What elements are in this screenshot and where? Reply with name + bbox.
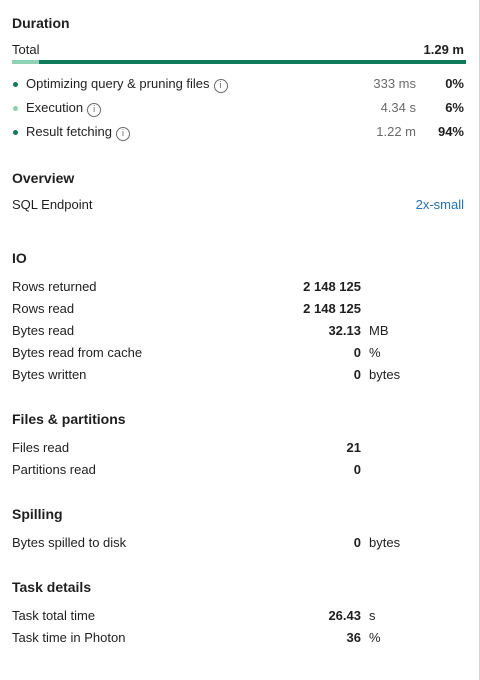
sql-endpoint-label: SQL Endpoint <box>12 197 93 212</box>
metric-value: 0 <box>353 462 361 477</box>
dot-icon <box>13 82 18 87</box>
duration-item-label: Result fetching <box>26 124 112 139</box>
metric-label: Files read <box>12 440 70 455</box>
files-heading: Files & partitions <box>12 411 126 427</box>
metric-label: Rows read <box>12 301 75 316</box>
metric-label: Bytes read <box>12 323 75 338</box>
metric-label: Partitions read <box>12 462 96 477</box>
metric-label: Task time in Photon <box>12 630 126 645</box>
task-details-heading: Task details <box>12 579 92 595</box>
sql-endpoint-link[interactable]: 2x-small <box>416 197 464 212</box>
duration-item-time: 4.34 s <box>380 100 416 115</box>
metric-value: 0 <box>353 535 361 550</box>
duration-item-pct: 0% <box>445 76 464 91</box>
metric-value: 21 <box>346 440 361 455</box>
metric-label: Task total time <box>12 608 96 623</box>
metric-label: Bytes spilled to disk <box>12 535 127 550</box>
metric-label: Rows returned <box>12 279 97 294</box>
metric-unit: % <box>369 345 381 360</box>
io-heading: IO <box>12 250 27 266</box>
duration-bar <box>12 60 466 64</box>
metric-unit: bytes <box>369 535 401 550</box>
info-circle-icon[interactable]: i <box>116 127 130 141</box>
spilling-heading: Spilling <box>12 506 63 522</box>
duration-item-label: Optimizing query & pruning files <box>26 76 210 91</box>
metric-value: 2 148 125 <box>303 279 361 294</box>
metric-unit: MB <box>369 323 389 338</box>
duration-heading: Duration <box>12 15 70 31</box>
metric-label: Bytes written <box>12 367 87 382</box>
duration-bar-segment <box>12 60 40 64</box>
metric-value: 26.43 <box>328 608 361 623</box>
duration-item-label: Execution <box>26 100 84 115</box>
total-value: 1.29 m <box>423 42 464 57</box>
dot-icon <box>13 106 18 111</box>
info-circle-icon[interactable]: i <box>87 103 102 117</box>
dot-icon <box>13 130 18 135</box>
metric-label: Bytes read from cache <box>12 345 143 360</box>
metric-value: 32.13 <box>328 323 361 338</box>
duration-item-pct: 94% <box>437 124 464 139</box>
metric-value: 2 148 125 <box>303 301 361 316</box>
metric-unit: bytes <box>369 367 401 382</box>
duration-item-time: 1.22 m <box>376 124 416 139</box>
duration-item-time: 333 ms <box>373 76 416 91</box>
overview-heading: Overview <box>12 170 75 186</box>
duration-item-pct: 6% <box>445 100 464 115</box>
info-circle-icon[interactable]: i <box>213 79 228 93</box>
metric-value: 36 <box>346 630 361 645</box>
query-details-panel: Duration Total 1.29 m Optimizing query &… <box>0 0 478 680</box>
metric-value: 0 <box>353 345 361 360</box>
metric-unit: s <box>369 608 376 623</box>
total-label: Total <box>12 42 40 57</box>
metric-value: 0 <box>353 367 361 382</box>
metric-unit: % <box>369 630 381 645</box>
